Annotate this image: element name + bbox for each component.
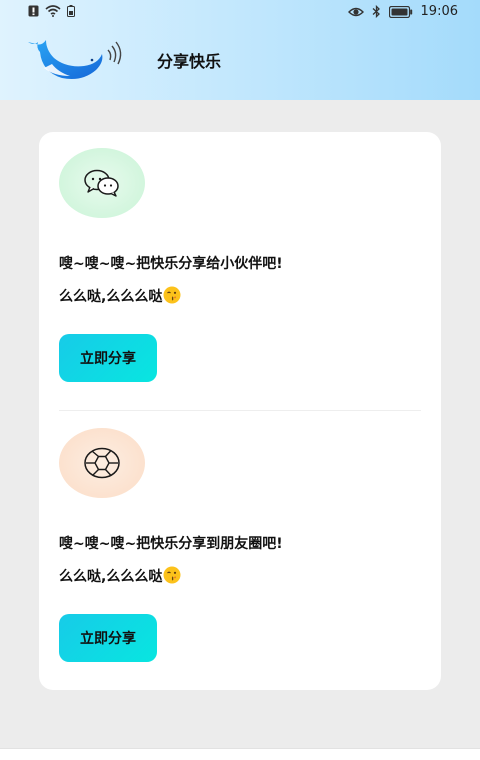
share-message-line2: 么么哒,么么么哒 bbox=[59, 286, 181, 306]
bottom-navigation-bar bbox=[0, 748, 480, 760]
status-time: 19:06 bbox=[420, 4, 458, 19]
share-card: 嗖~嗖~嗖~把快乐分享给小伙伴吧! 么么哒,么么么哒 立即分享 嗖~嗖~嗖~把快… bbox=[39, 132, 441, 690]
share-message-line1: 嗖~嗖~嗖~把快乐分享给小伙伴吧! bbox=[59, 256, 283, 272]
share-message-text: 么么哒,么么么哒 bbox=[59, 569, 163, 585]
alert-icon bbox=[28, 5, 39, 17]
kissing-face-emoji bbox=[163, 286, 181, 304]
status-bar: 19:06 bbox=[0, 0, 480, 24]
share-item-wechat: 嗖~嗖~嗖~把快乐分享给小伙伴吧! 么么哒,么么么哒 立即分享 bbox=[39, 132, 441, 412]
bluetooth-icon bbox=[372, 5, 380, 18]
whale-logo bbox=[28, 40, 122, 79]
moments-icon bbox=[84, 447, 120, 479]
share-message-text: 么么哒,么么么哒 bbox=[59, 289, 163, 305]
wechat-icon-circle bbox=[59, 148, 145, 218]
share-item-moments: 嗖~嗖~嗖~把快乐分享到朋友圈吧! 么么哒,么么么哒 立即分享 bbox=[39, 412, 441, 690]
page-title: 分享快乐 bbox=[157, 52, 222, 71]
share-now-button[interactable]: 立即分享 bbox=[59, 334, 157, 382]
wifi-icon bbox=[45, 5, 61, 17]
battery-icon bbox=[388, 5, 412, 18]
share-message-line2: 么么哒,么么么哒 bbox=[59, 566, 181, 586]
app-header: 19:06 分享快乐 bbox=[0, 0, 480, 100]
status-left-icons bbox=[28, 5, 75, 17]
wechat-icon bbox=[84, 169, 119, 197]
battery-saver-icon bbox=[67, 5, 75, 17]
share-message-line1: 嗖~嗖~嗖~把快乐分享到朋友圈吧! bbox=[59, 536, 283, 552]
moments-icon-circle bbox=[59, 428, 145, 498]
kissing-face-emoji bbox=[163, 566, 181, 584]
status-right-icons: 19:06 bbox=[347, 4, 458, 19]
divider bbox=[59, 410, 421, 411]
share-now-button[interactable]: 立即分享 bbox=[59, 614, 157, 662]
eye-icon bbox=[347, 7, 364, 16]
